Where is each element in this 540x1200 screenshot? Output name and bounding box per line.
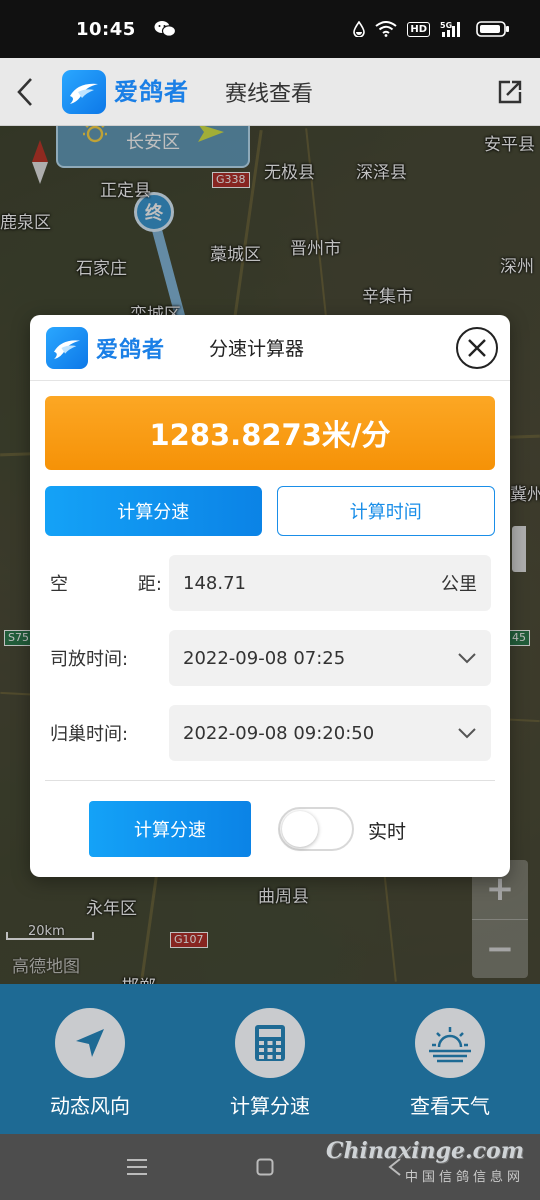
chevron-left-icon: [17, 77, 32, 106]
home-icon[interactable]: [256, 1158, 274, 1176]
speed-result: 1283.8273米/分: [45, 396, 495, 470]
navigation-arrow-icon: [55, 1008, 125, 1078]
close-button[interactable]: [456, 327, 498, 369]
app-logo: [62, 69, 106, 114]
page-title: 赛线查看: [225, 81, 314, 107]
signal-5g-icon: 5G: [440, 21, 460, 37]
mode-tabs: 计算分速 计算时间: [45, 486, 495, 536]
brand-name: 爱鸽者: [114, 77, 189, 106]
status-bar: 10:45 HD 5G: [0, 0, 540, 58]
dialog-divider: [45, 780, 495, 781]
watermark: Chinaxinge.com 中国信鸽信息网: [326, 1138, 524, 1185]
tab-calc-speed[interactable]: 计算分速: [45, 486, 262, 536]
arrival-time-row: 归巢时间: 2022-09-08 09:20:50: [30, 705, 510, 761]
arrival-time-label: 归巢时间:: [50, 724, 129, 745]
distance-input[interactable]: 148.71 公里: [169, 555, 491, 611]
realtime-label: 实时: [368, 821, 407, 843]
release-time-value: 2022-09-08 07:25: [183, 647, 346, 669]
pigeon-logo-icon: [70, 83, 98, 104]
distance-row: 空 距: 148.71 公里: [30, 555, 510, 611]
dialog-brand-text: 爱鸽者: [96, 337, 166, 363]
arrival-time-value: 2022-09-08 09:20:50: [183, 722, 375, 744]
release-time-select[interactable]: 2022-09-08 07:25: [169, 630, 491, 686]
dialog-title: 分速计算器: [209, 338, 305, 360]
wechat-icon: [154, 21, 176, 37]
app-header: 爱鸽者 赛线查看: [0, 58, 540, 126]
close-icon: [468, 339, 486, 357]
toolbar-label: 计算分速: [230, 1094, 310, 1118]
distance-label: 空 距:: [50, 574, 162, 595]
calc-speed-button[interactable]: 计算分速: [89, 801, 251, 857]
speed-calculator-dialog: 爱鸽者 分速计算器 1283.8273米/分 计算分速 计算时间 空 距: 14…: [30, 315, 510, 877]
arrival-time-select[interactable]: 2022-09-08 09:20:50: [169, 705, 491, 761]
distance-value: 148.71: [183, 572, 246, 594]
hd-badge: HD: [407, 21, 430, 37]
pigeon-logo-icon: [54, 339, 80, 359]
dialog-logo: [46, 326, 88, 369]
toolbar-weather[interactable]: 查看天气: [375, 1008, 525, 1119]
dialog-brand: 爱鸽者: [96, 332, 165, 364]
calculator-icon: [235, 1008, 305, 1078]
chevron-down-icon: [458, 653, 476, 664]
back-button[interactable]: [0, 58, 50, 126]
toolbar-label: 查看天气: [410, 1094, 490, 1118]
bottom-toolbar: 动态风向 计算分速 查看天气: [0, 984, 540, 1134]
toolbar-calc-speed[interactable]: 计算分速: [195, 1008, 345, 1119]
toolbar-label: 动态风向: [50, 1094, 130, 1118]
watermark-line1: Chinaxinge.com: [326, 1138, 524, 1164]
toggle-knob: [282, 811, 318, 847]
wifi-icon: [375, 21, 397, 37]
distance-unit: 公里: [441, 574, 477, 595]
realtime-toggle[interactable]: [278, 807, 354, 851]
release-time-row: 司放时间: 2022-09-08 07:25: [30, 630, 510, 686]
tab-calc-time[interactable]: 计算时间: [276, 486, 495, 536]
dialog-header: 爱鸽者 分速计算器: [30, 315, 510, 381]
water-drop-icon: [353, 21, 366, 37]
toolbar-wind-direction[interactable]: 动态风向: [15, 1008, 165, 1119]
share-icon: [498, 80, 522, 103]
weather-icon: [415, 1008, 485, 1078]
release-time-label: 司放时间:: [50, 649, 129, 670]
watermark-line2: 中国信鸽信息网: [404, 1170, 524, 1185]
share-button[interactable]: [480, 58, 540, 126]
svg-text:5G: 5G: [440, 21, 452, 30]
status-time: 10:45: [76, 18, 136, 40]
menu-icon[interactable]: [126, 1158, 148, 1176]
chevron-down-icon: [458, 728, 476, 739]
battery-icon: [476, 21, 509, 37]
